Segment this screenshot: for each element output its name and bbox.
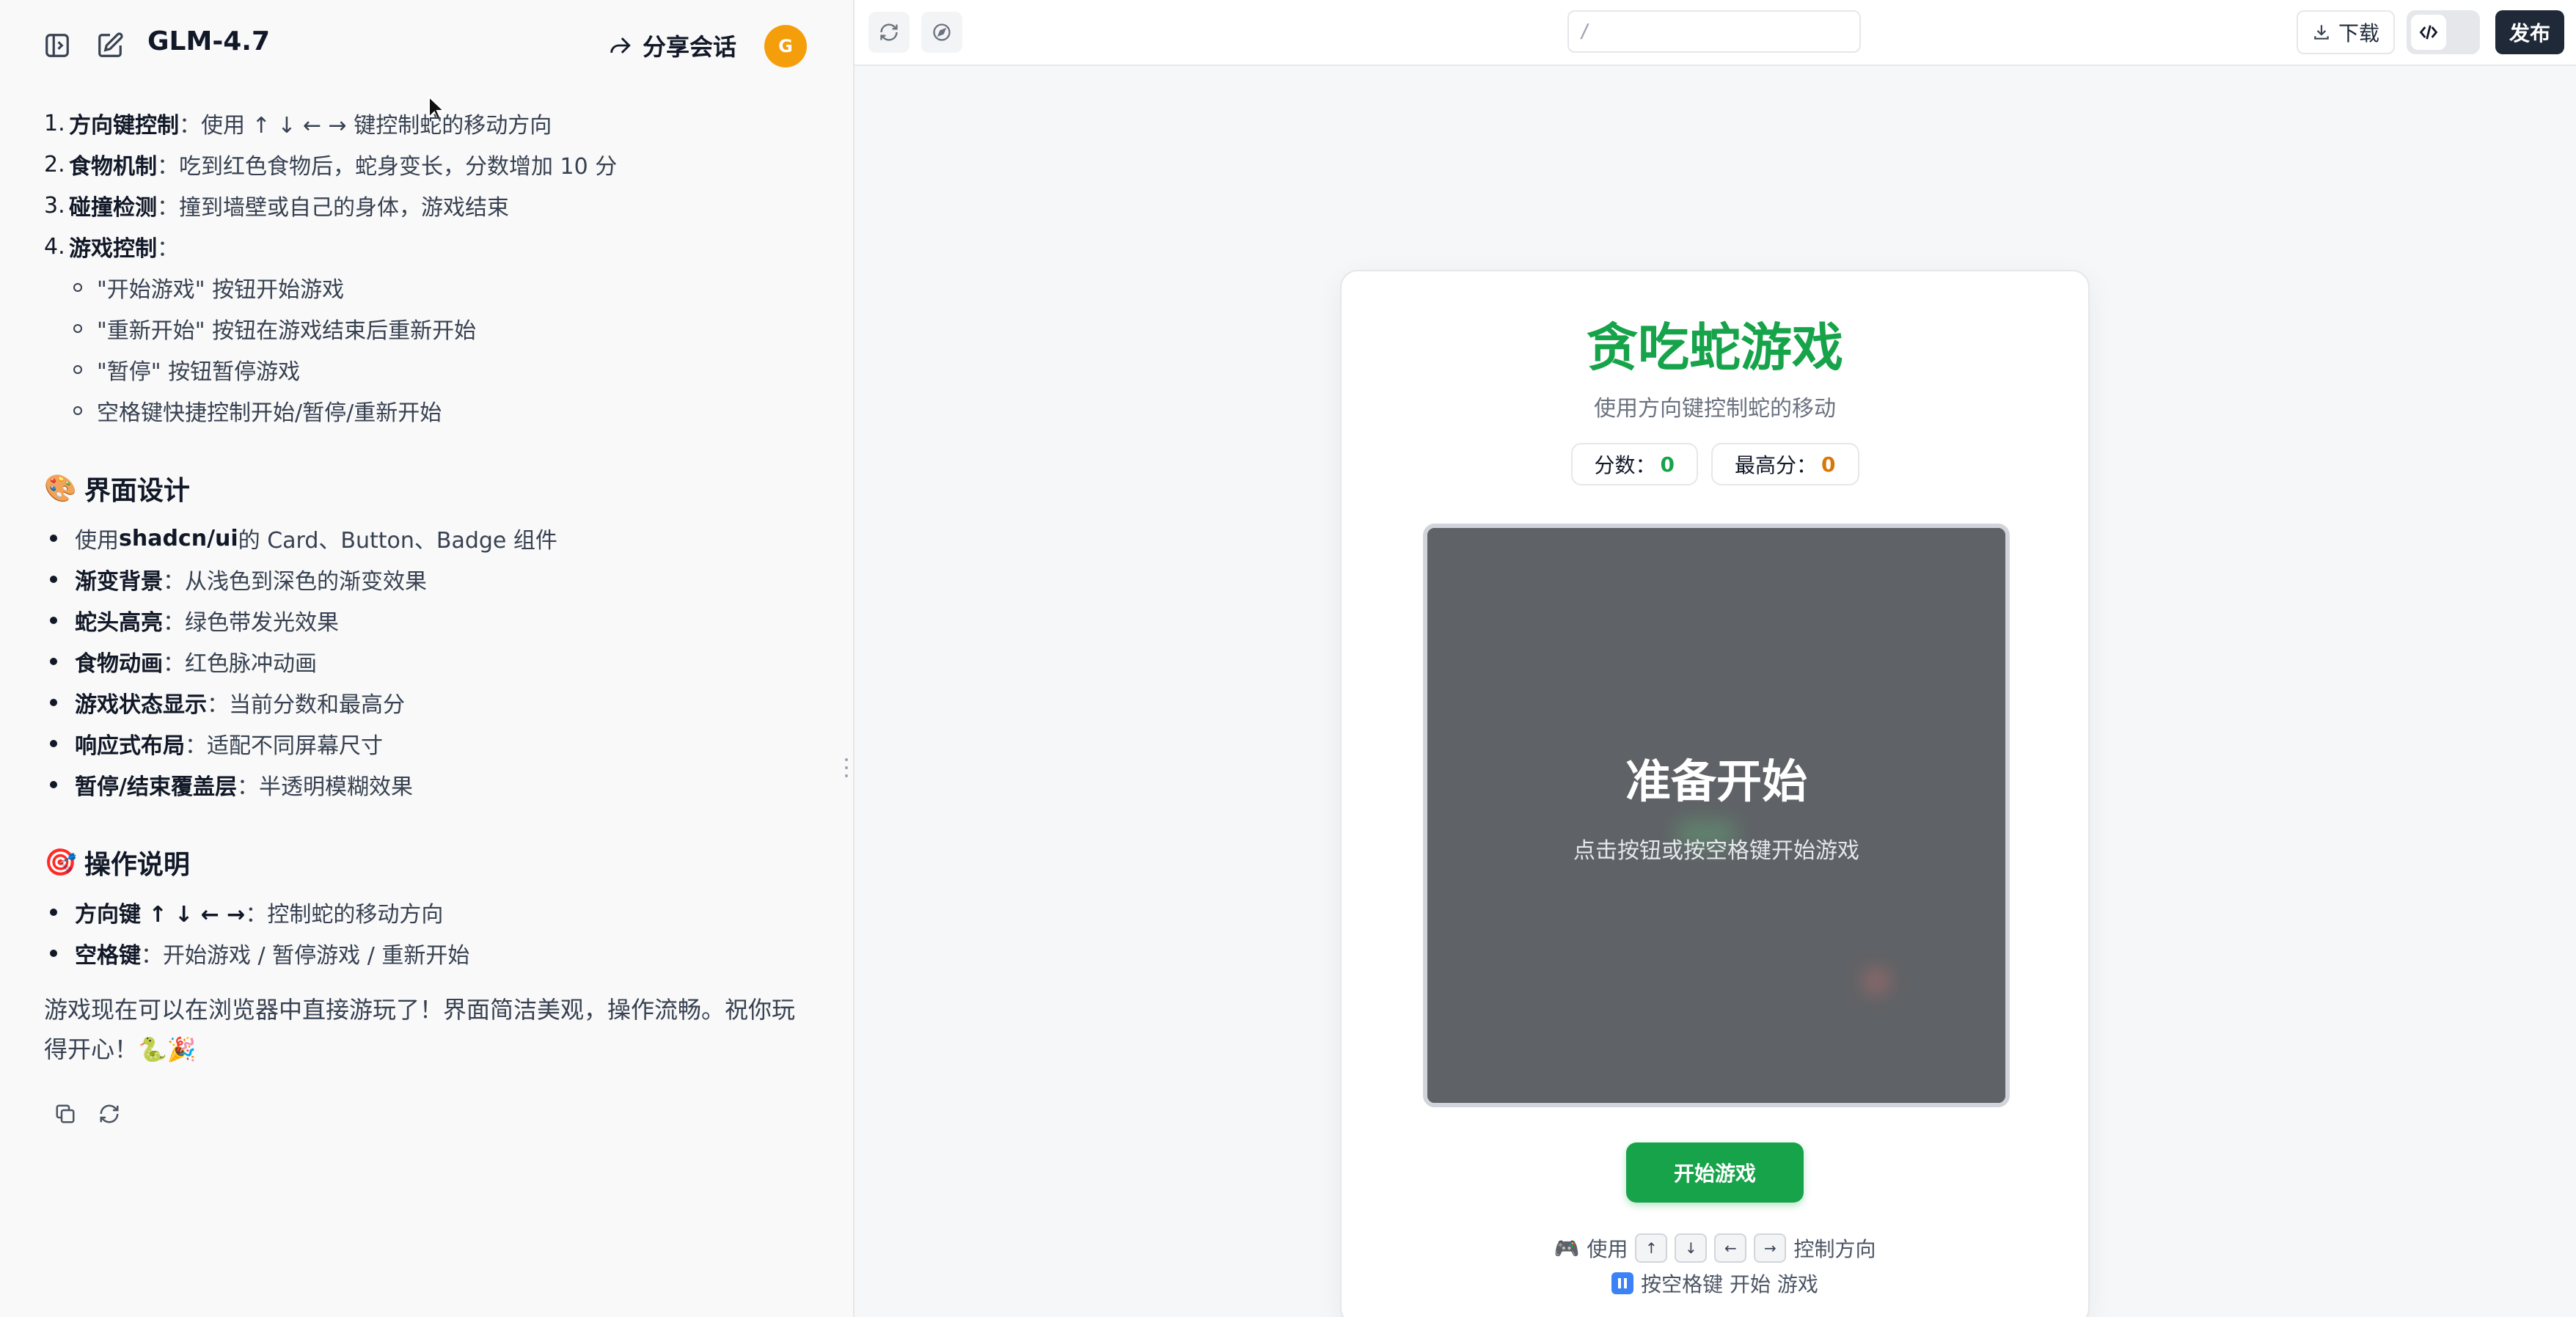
design-list: 使用 shadcn/ui 的 Card、Button、Badge 组件 渐变背景：…	[44, 518, 822, 805]
game-subtitle: 使用方向键控制蛇的移动	[1594, 396, 1836, 422]
share-icon	[610, 37, 631, 54]
design-item: 食物动画 ：红色脉冲动画	[44, 641, 822, 682]
download-button[interactable]: 下载	[2297, 10, 2395, 54]
design-item: 渐变背景 ：从浅色到深色的渐变效果	[44, 559, 822, 600]
start-game-button[interactable]: 开始游戏	[1626, 1142, 1804, 1203]
bullet-icon	[50, 617, 57, 624]
compass-icon	[933, 23, 951, 41]
code-icon	[2411, 15, 2446, 50]
url-input[interactable]	[1567, 10, 1861, 53]
game-title: 贪吃蛇游戏	[1587, 318, 1843, 378]
high-score-badge: 最高分： 0	[1711, 443, 1859, 485]
design-item: 蛇头高亮 ：绿色带发光效果	[44, 600, 822, 641]
resize-handle[interactable]	[844, 758, 849, 777]
control-sub-item: "开始游戏" 按钮开始游戏	[44, 267, 822, 308]
new-chat-icon[interactable]	[94, 29, 126, 62]
compass-button[interactable]	[921, 12, 962, 53]
controls-sublist: "开始游戏" 按钮开始游戏 "重新开始" 按钮在游戏结束后重新开始 "暂停" 按钮暂…	[44, 267, 822, 431]
score-value: 0	[1660, 452, 1675, 477]
chat-header: GLM-4.7 分享会话 G	[0, 0, 853, 91]
game-board[interactable]: 准备开始 点击按钮或按空格键开始游戏	[1423, 524, 2010, 1107]
key-right: →	[1754, 1233, 1787, 1263]
bullet-icon	[50, 658, 57, 665]
bullet-icon	[50, 740, 57, 747]
direction-help: 🎮 使用 ↑ ↓ ← → 控制方向	[1342, 1233, 2088, 1263]
refresh-button[interactable]	[868, 12, 910, 53]
ready-overlay: 准备开始 点击按钮或按空格键开始游戏	[1427, 528, 2005, 1103]
control-sub-item: "暂停" 按钮暂停游戏	[44, 349, 822, 390]
design-item: 暂停/结束覆盖层 ：半透明模糊效果	[44, 764, 822, 805]
regenerate-icon[interactable]	[97, 1101, 122, 1126]
sidebar-toggle-icon[interactable]	[41, 29, 73, 62]
feature-item: 2. 食物机制 ：吃到红色食物后，蛇身变长，分数增加 10 分	[44, 151, 618, 180]
copy-icon[interactable]	[53, 1101, 78, 1126]
control-sub-item: "重新开始" 按钮在游戏结束后重新开始	[44, 308, 822, 349]
design-item: 响应式布局 ：适配不同屏幕尺寸	[44, 723, 822, 764]
circle-bullet-icon	[73, 324, 82, 333]
space-help: 按空格键 开始 游戏	[1342, 1269, 2088, 1298]
circle-bullet-icon	[73, 365, 82, 374]
bullet-icon	[50, 781, 57, 788]
key-up: ↑	[1635, 1233, 1668, 1263]
bullet-icon	[50, 950, 57, 957]
design-item: 使用 shadcn/ui 的 Card、Button、Badge 组件	[44, 518, 822, 559]
features-list: 1. 方向键控制 ：使用 ↑ ↓ ← → 键控制蛇的移动方向 2. 食物机制 ：吃到红色食…	[44, 103, 822, 267]
overlay-hint: 点击按钮或按空格键开始游戏	[1573, 838, 1859, 864]
design-item: 游戏状态显示 ：当前分数和最高分	[44, 682, 822, 723]
refresh-icon	[880, 23, 898, 41]
overlay-title: 准备开始	[1625, 755, 1807, 808]
key-down: ↓	[1675, 1233, 1708, 1263]
key-left: ←	[1714, 1233, 1747, 1263]
score-badge: 分数： 0	[1570, 443, 1698, 485]
bullet-icon	[50, 909, 57, 916]
assistant-message: 1. 方向键控制 ：使用 ↑ ↓ ← → 键控制蛇的移动方向 2. 食物机制 ：吃到红色食…	[44, 103, 822, 1126]
preview-panel: 下载 发布 贪吃蛇游戏 使用方向键控制蛇的移动 分数： 0 最高分： 0 准	[853, 0, 2576, 1317]
feature-item: 1. 方向键控制 ：使用 ↑ ↓ ← → 键控制蛇的移动方向	[44, 110, 552, 139]
feature-item: 4. 游戏控制：	[44, 233, 179, 263]
share-label: 分享会话	[643, 33, 737, 61]
bullet-icon	[50, 699, 57, 706]
score-badges: 分数： 0 最高分： 0	[1342, 443, 2088, 485]
control-sub-item: 空格键快捷控制开始/暂停/重新开始	[44, 390, 822, 431]
chat-panel: GLM-4.7 分享会话 G 1. 方向键控制 ：使用 ↑ ↓ ← → 键控制蛇的移…	[0, 0, 853, 1317]
ops-item: 空格键 ：开始游戏 / 暂停游戏 / 重新开始	[44, 933, 822, 974]
user-avatar[interactable]: G	[764, 25, 807, 67]
high-score-value: 0	[1821, 452, 1836, 477]
circle-bullet-icon	[73, 406, 82, 415]
code-view-toggle[interactable]	[2407, 10, 2480, 54]
feature-item: 3. 碰撞检测 ：撞到墙壁或自己的身体，游戏结束	[44, 192, 509, 221]
gamepad-icon: 🎮	[1554, 1236, 1580, 1261]
share-conversation-button[interactable]: 分享会话	[607, 25, 736, 66]
palette-icon: 🎨	[44, 474, 77, 504]
pause-icon	[1611, 1272, 1634, 1294]
ops-list: 方向键 ↑ ↓ ← → ：控制蛇的移动方向 空格键 ：开始游戏 / 暂停游戏 / 重新…	[44, 892, 822, 974]
snake-game-card: 贪吃蛇游戏 使用方向键控制蛇的移动 分数： 0 最高分： 0 准备开始 点击按钮…	[1340, 270, 2090, 1317]
bullet-icon	[50, 576, 57, 583]
target-icon: 🎯	[44, 848, 77, 878]
message-actions	[44, 1101, 822, 1126]
ops-item: 方向键 ↑ ↓ ← → ：控制蛇的移动方向	[44, 892, 822, 933]
ops-section-title: 🎯 操作说明	[44, 848, 190, 880]
closing-text: 游戏现在可以在浏览器中直接游玩了！界面简洁美观，操作流畅。祝你玩得开心！🐍🎉	[44, 996, 796, 1063]
bullet-icon	[50, 535, 57, 542]
download-icon	[2314, 25, 2329, 40]
circle-bullet-icon	[73, 283, 82, 292]
publish-button[interactable]: 发布	[2495, 10, 2564, 54]
design-section-title: 🎨 界面设计	[44, 474, 190, 506]
model-name[interactable]: GLM-4.7	[147, 26, 270, 56]
preview-toolbar: 下载 发布	[855, 0, 2576, 66]
